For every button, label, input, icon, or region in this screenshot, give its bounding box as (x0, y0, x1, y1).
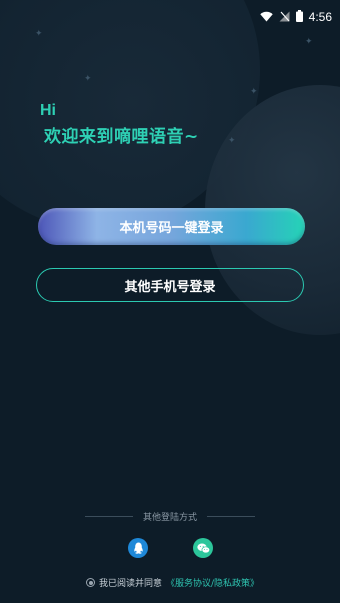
wifi-icon (259, 7, 273, 26)
divider-line (207, 516, 255, 517)
other-login-label: 其他登陆方式 (142, 513, 197, 523)
other-phone-login-button[interactable]: 其他手机号登录 (36, 268, 304, 302)
status-time: 4:56 (308, 9, 332, 24)
other-login-divider: 其他登陆方式 (0, 510, 340, 523)
greeting-hi: Hi (40, 102, 56, 119)
divider-line (84, 516, 133, 517)
star-icon: ✦ (84, 74, 92, 84)
other-phone-login-label: 其他手机号登录 (124, 279, 216, 295)
agreement-row: 我已阅读并同意 《服务协议/隐私政策》 (86, 576, 259, 589)
wechat-icon (196, 539, 210, 558)
one-click-login-label: 本机号码一键登录 (119, 221, 224, 236)
greeting-welcome: 欢迎来到嘀哩语音~ (44, 127, 199, 147)
qq-icon (133, 539, 144, 558)
battery-icon (295, 7, 303, 26)
status-bar: 4:56 (0, 0, 340, 28)
wechat-login-button[interactable] (193, 538, 213, 558)
radio-dot (88, 580, 93, 585)
star-icon: ✦ (35, 29, 43, 39)
login-screen: ✦ ✦ ✦ ✦ ✦ 4:56 Hi 欢迎来到嘀哩语音~ 本机号码一键登录 其他手… (0, 0, 340, 603)
agreement-link[interactable]: 《服务协议/隐私政策》 (166, 576, 259, 589)
signal-off-icon (279, 7, 290, 26)
star-icon: ✦ (228, 136, 236, 146)
qq-login-button[interactable] (128, 538, 148, 558)
agreement-radio[interactable] (86, 578, 95, 587)
agreement-text: 我已阅读并同意 (99, 579, 163, 589)
one-click-login-button[interactable]: 本机号码一键登录 (38, 208, 305, 245)
star-icon: ✦ (250, 87, 258, 97)
star-icon: ✦ (305, 37, 313, 47)
